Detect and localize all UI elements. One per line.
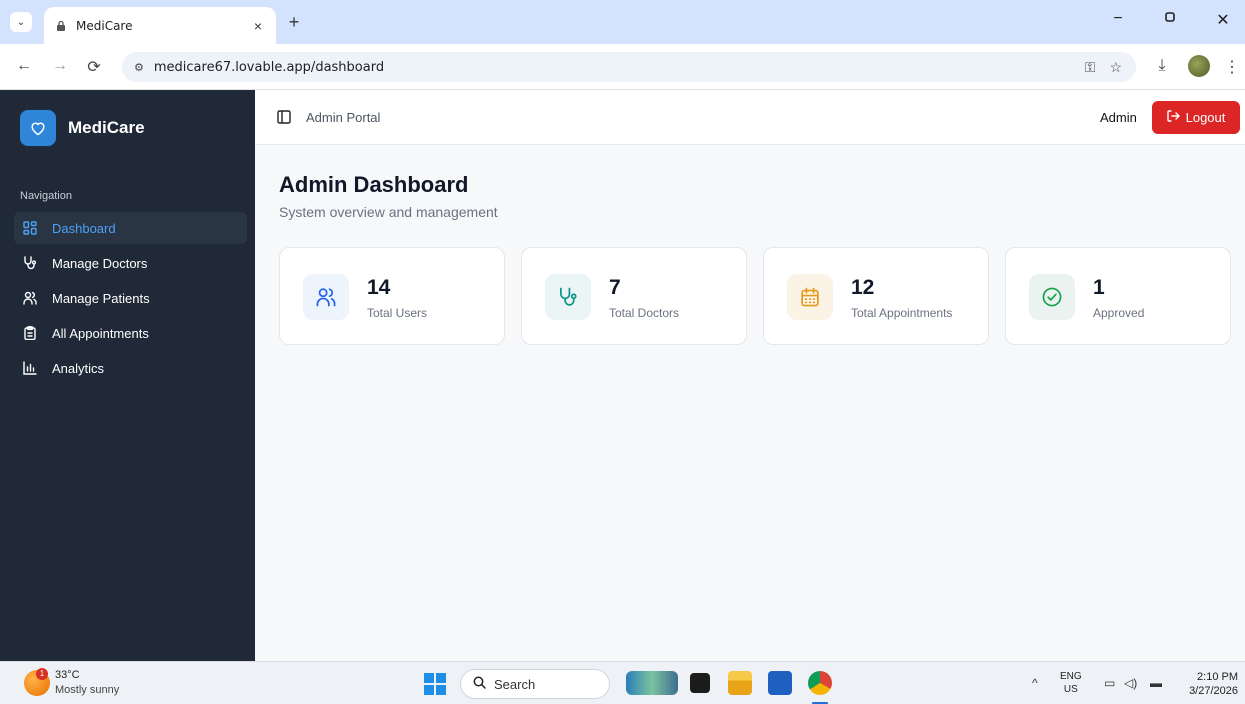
task-view-icon[interactable]: [690, 673, 710, 693]
profile-avatar[interactable]: [1188, 55, 1210, 77]
site-info-icon[interactable]: ⚙: [134, 61, 144, 74]
forward-arrow-icon[interactable]: →: [50, 57, 70, 75]
sidebar-item-label: All Appointments: [52, 325, 149, 341]
stat-value: 14: [367, 276, 391, 299]
sidebar-item-label: Analytics: [52, 360, 105, 376]
search-label: Search: [494, 676, 536, 692]
reload-icon[interactable]: ⟳: [84, 57, 104, 77]
tab-close-icon[interactable]: ×: [250, 18, 266, 34]
page-title: Admin Dashboard: [279, 172, 469, 197]
lock-favicon-icon: [54, 19, 68, 33]
sidebar-item-analytics[interactable]: Analytics: [14, 352, 247, 384]
sidebar-item-dashboard[interactable]: Dashboard: [14, 212, 247, 244]
kebab-menu-icon[interactable]: ⋮: [1222, 57, 1242, 77]
region-code: US: [1063, 684, 1078, 695]
notification-badge: 1: [36, 668, 48, 680]
check-circle-icon: [1029, 274, 1075, 320]
widgets-app-icon[interactable]: [626, 671, 678, 695]
language-indicator[interactable]: ENG US: [1060, 670, 1082, 696]
page-subtitle: System overview and management: [279, 204, 498, 220]
stat-label: Total Appointments: [851, 306, 953, 320]
stethoscope-icon: [545, 274, 591, 320]
top-header: Admin Portal Admin Logout: [255, 90, 1245, 145]
sidebar-item-manage-patients[interactable]: Manage Patients: [14, 282, 247, 314]
windows-start-icon[interactable]: [424, 673, 446, 695]
main-content: Admin Portal Admin Logout Admin Dashboar…: [255, 90, 1245, 661]
users-icon: [22, 290, 38, 306]
stat-card-total-doctors: 7 Total Doctors: [521, 247, 747, 345]
stethoscope-icon: [22, 255, 38, 271]
logout-button[interactable]: Logout: [1152, 101, 1240, 134]
clock-date: 3/27/2026: [1189, 685, 1238, 697]
network-icon[interactable]: ▭: [1104, 676, 1115, 690]
back-arrow-icon[interactable]: ←: [14, 57, 34, 75]
sidebar-item-all-appointments[interactable]: All Appointments: [14, 317, 247, 349]
calendar-icon: [787, 274, 833, 320]
stat-value: 7: [609, 276, 621, 299]
sidebar-toggle-icon[interactable]: [277, 110, 291, 124]
clock-time: 2:10 PM: [1197, 671, 1238, 683]
omnibox[interactable]: ⚙ medicare67.lovable.app/dashboard ⚿ ☆: [122, 52, 1136, 82]
bookmark-star-icon[interactable]: ☆: [1109, 59, 1122, 76]
chrome-icon[interactable]: [808, 671, 832, 695]
sidebar-item-manage-doctors[interactable]: Manage Doctors: [14, 247, 247, 279]
store-icon[interactable]: [768, 671, 792, 695]
sidebar: MediCare Navigation Dashboard Manage Doc…: [0, 90, 255, 661]
logout-label: Logout: [1185, 110, 1226, 125]
taskbar-search[interactable]: Search: [460, 669, 610, 699]
stat-card-total-appointments: 12 Total Appointments: [763, 247, 989, 345]
stat-value: 12: [851, 276, 875, 299]
chevron-down-icon: ⌄: [16, 16, 26, 28]
tab-title: MediCare: [76, 18, 133, 33]
system-clock[interactable]: 2:10 PM 3/27/2026: [1178, 670, 1238, 698]
logout-icon: [1166, 110, 1180, 125]
close-window-button[interactable]: ✕: [1213, 10, 1233, 30]
sidebar-item-label: Manage Patients: [52, 290, 150, 306]
address-bar-row: ← → ⟳ ⚙ medicare67.lovable.app/dashboard…: [0, 44, 1245, 90]
chevron-up-icon[interactable]: ^: [1032, 676, 1038, 690]
portal-label: Admin Portal: [306, 110, 381, 125]
weather-description[interactable]: Mostly sunny: [55, 684, 119, 696]
weather-temperature[interactable]: 33°C: [55, 669, 80, 681]
clipboard-icon: [22, 325, 38, 341]
browser-tab-strip: ⌄ MediCare × + − ✕: [0, 0, 1245, 44]
grid-icon: [22, 220, 38, 236]
language-code: ENG: [1060, 671, 1082, 682]
volume-icon[interactable]: ◁): [1124, 676, 1137, 690]
users-icon: [303, 274, 349, 320]
minimize-button[interactable]: −: [1108, 10, 1128, 28]
restore-button[interactable]: [1160, 10, 1180, 28]
sidebar-item-label: Dashboard: [52, 220, 116, 236]
stat-label: Total Users: [367, 306, 428, 320]
heart-logo-icon: [20, 110, 56, 146]
password-key-icon[interactable]: ⚿: [1085, 59, 1096, 76]
stat-label: Total Doctors: [609, 306, 680, 320]
stat-card-approved: 1 Approved: [1005, 247, 1231, 345]
sidebar-item-label: Manage Doctors: [52, 255, 148, 271]
new-tab-button[interactable]: +: [284, 12, 304, 33]
stat-card-total-users: 14 Total Users: [279, 247, 505, 345]
download-icon[interactable]: ⤓: [1152, 57, 1172, 75]
stat-value: 1: [1093, 276, 1105, 299]
bar-chart-icon: [22, 360, 38, 376]
tab-search-button[interactable]: ⌄: [10, 12, 32, 32]
search-icon: [473, 676, 486, 692]
brand[interactable]: MediCare: [20, 110, 145, 146]
browser-tab[interactable]: MediCare ×: [44, 7, 276, 44]
url-text[interactable]: medicare67.lovable.app/dashboard: [154, 60, 1085, 75]
battery-icon[interactable]: ▬: [1150, 676, 1162, 690]
current-user-label: Admin: [1100, 110, 1137, 125]
brand-name: MediCare: [68, 118, 145, 137]
file-explorer-icon[interactable]: [728, 671, 752, 695]
windows-taskbar: 1 33°C Mostly sunny Search ^ ENG US ▭ ◁)…: [0, 661, 1245, 704]
nav-heading: Navigation: [20, 190, 72, 202]
stat-label: Approved: [1093, 306, 1145, 320]
